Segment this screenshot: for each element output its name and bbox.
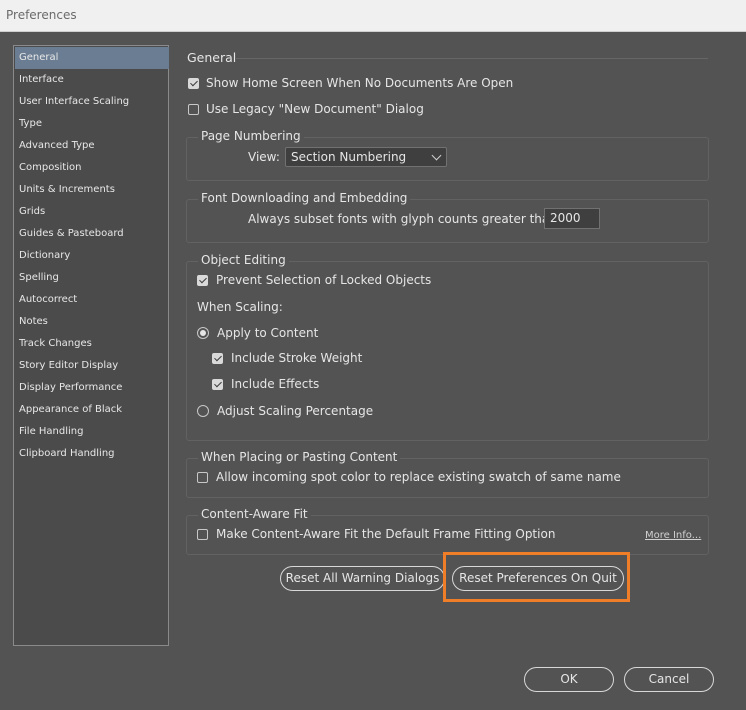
show-home-screen-label: Show Home Screen When No Documents Are O… (206, 76, 514, 90)
title-bar: Preferences (0, 0, 746, 32)
page-numbering-title: Page Numbering (198, 129, 304, 143)
placing-content-title: When Placing or Pasting Content (198, 450, 401, 464)
sidebar-item-notes[interactable]: Notes (15, 311, 169, 333)
font-downloading-title: Font Downloading and Embedding (198, 191, 411, 205)
more-info-link[interactable]: More Info... (645, 530, 701, 541)
when-scaling-label: When Scaling: (197, 300, 283, 314)
sidebar-item-type[interactable]: Type (15, 113, 169, 135)
object-editing-title: Object Editing (198, 253, 289, 267)
glyph-count-input[interactable]: 2000 (544, 208, 600, 229)
prevent-locked-selection-checkbox[interactable] (197, 275, 208, 286)
sidebar-item-advanced-type[interactable]: Advanced Type (15, 135, 169, 157)
view-label: View: (248, 150, 280, 164)
sidebar-item-composition[interactable]: Composition (15, 157, 169, 179)
sidebar-item-file-handling[interactable]: File Handling (15, 421, 169, 443)
adjust-scaling-percentage-radio[interactable] (197, 405, 209, 417)
sidebar-item-general[interactable]: General (15, 47, 169, 69)
sidebar-item-autocorrect[interactable]: Autocorrect (15, 289, 169, 311)
sidebar-item-grids[interactable]: Grids (15, 201, 169, 223)
sidebar-item-track-changes[interactable]: Track Changes (15, 333, 169, 355)
preferences-category-list[interactable]: General Interface User Interface Scaling… (13, 45, 169, 646)
sidebar-item-clipboard-handling[interactable]: Clipboard Handling (15, 443, 169, 465)
sidebar-item-spelling[interactable]: Spelling (15, 267, 169, 289)
adjust-scaling-percentage-label: Adjust Scaling Percentage (217, 404, 374, 418)
sidebar-item-story-editor-display[interactable]: Story Editor Display (15, 355, 169, 377)
reset-preferences-on-quit-button[interactable]: Reset Preferences On Quit (452, 566, 624, 591)
view-select-value: Section Numbering (291, 150, 407, 164)
allow-spot-color-label: Allow incoming spot color to replace exi… (216, 470, 621, 484)
subset-fonts-label: Always subset fonts with glyph counts gr… (248, 212, 561, 226)
include-effects-label: Include Effects (231, 377, 320, 391)
allow-spot-color-checkbox[interactable] (197, 472, 208, 483)
heading-divider (236, 58, 708, 59)
sidebar-item-units-increments[interactable]: Units & Increments (15, 179, 169, 201)
include-effects-checkbox[interactable] (212, 379, 223, 390)
sidebar-item-interface[interactable]: Interface (15, 69, 169, 91)
legacy-new-document-label: Use Legacy "New Document" Dialog (206, 102, 424, 116)
apply-to-content-radio[interactable] (197, 327, 209, 339)
sidebar-item-guides-pasteboard[interactable]: Guides & Pasteboard (15, 223, 169, 245)
sidebar-item-display-performance[interactable]: Display Performance (15, 377, 169, 399)
ok-button[interactable]: OK (524, 667, 614, 692)
reset-warning-dialogs-button[interactable]: Reset All Warning Dialogs (280, 566, 445, 591)
include-stroke-weight-label: Include Stroke Weight (231, 351, 363, 365)
apply-to-content-label: Apply to Content (217, 326, 319, 340)
prevent-locked-selection-label: Prevent Selection of Locked Objects (216, 273, 432, 287)
section-heading-general: General (187, 50, 237, 65)
glyph-count-value: 2000 (550, 211, 581, 225)
sidebar-item-user-interface-scaling[interactable]: User Interface Scaling (15, 91, 169, 113)
cancel-button[interactable]: Cancel (624, 667, 714, 692)
page-numbering-view-select[interactable]: Section Numbering (285, 147, 447, 167)
window-title: Preferences (6, 8, 77, 22)
content-aware-fit-title: Content-Aware Fit (198, 507, 311, 521)
chevron-down-icon (431, 150, 442, 161)
sidebar-item-dictionary[interactable]: Dictionary (15, 245, 169, 267)
legacy-new-document-checkbox[interactable] (188, 104, 199, 115)
content-aware-default-checkbox[interactable] (197, 529, 208, 540)
show-home-screen-checkbox[interactable] (188, 78, 199, 89)
content-aware-default-label: Make Content-Aware Fit the Default Frame… (216, 527, 556, 541)
include-stroke-weight-checkbox[interactable] (212, 353, 223, 364)
sidebar-item-appearance-of-black[interactable]: Appearance of Black (15, 399, 169, 421)
